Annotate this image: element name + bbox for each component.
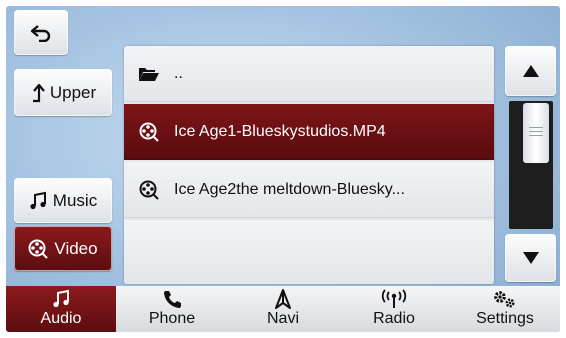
back-button[interactable] xyxy=(14,10,68,55)
back-arrow-icon xyxy=(29,24,53,42)
tab-label: Settings xyxy=(476,310,534,327)
list-item-label: Ice Age2the meltdown-Bluesky... xyxy=(174,180,405,198)
video-button[interactable]: Video xyxy=(14,226,112,271)
tab-navi[interactable]: Navi xyxy=(228,286,338,332)
list-item-video-file[interactable]: Ice Age1-Blueskystudios.MP4 xyxy=(124,104,494,160)
tab-label: Radio xyxy=(373,310,415,327)
navigation-arrow-icon xyxy=(274,289,292,309)
list-item-empty xyxy=(124,220,494,284)
tab-phone[interactable]: Phone xyxy=(117,286,227,332)
tab-label: Phone xyxy=(148,310,196,327)
list-item-parent-folder[interactable]: .. xyxy=(124,46,494,102)
media-screen: Upper Music Video .. Ice Age1-Blueskystu… xyxy=(6,6,560,332)
radio-antenna-icon xyxy=(380,289,408,309)
tab-audio[interactable]: Audio xyxy=(6,286,116,332)
list-item-label: .. xyxy=(174,64,183,82)
triangle-up-icon xyxy=(522,64,540,78)
tab-radio[interactable]: Radio xyxy=(339,286,449,332)
tab-label: Navi xyxy=(266,310,299,327)
triangle-down-icon xyxy=(522,251,540,265)
film-reel-icon xyxy=(138,122,160,142)
scroll-down-button[interactable] xyxy=(505,234,556,282)
tab-settings[interactable]: Settings xyxy=(450,286,560,332)
film-reel-icon xyxy=(138,180,160,200)
upper-arrow-icon xyxy=(30,83,46,103)
file-list: .. Ice Age1-Blueskystudios.MP4 Ice Age2t… xyxy=(124,46,494,284)
music-button[interactable]: Music xyxy=(14,178,112,223)
scroll-up-button[interactable] xyxy=(505,46,556,96)
phone-icon xyxy=(162,289,182,309)
tab-label: Audio xyxy=(40,310,82,327)
upper-label: Upper xyxy=(49,82,97,102)
music-label: Music xyxy=(52,190,98,210)
music-note-icon xyxy=(52,289,70,309)
list-item-label: Ice Age1-Blueskystudios.MP4 xyxy=(174,122,386,140)
film-reel-icon xyxy=(28,239,49,259)
music-note-icon xyxy=(29,191,47,211)
list-item-video-file[interactable]: Ice Age2the meltdown-Bluesky... xyxy=(124,162,494,218)
gears-icon xyxy=(492,289,518,309)
video-label: Video xyxy=(54,238,98,258)
scrollbar-thumb[interactable] xyxy=(523,103,549,163)
upper-button[interactable]: Upper xyxy=(14,69,112,116)
folder-open-icon xyxy=(138,65,160,83)
